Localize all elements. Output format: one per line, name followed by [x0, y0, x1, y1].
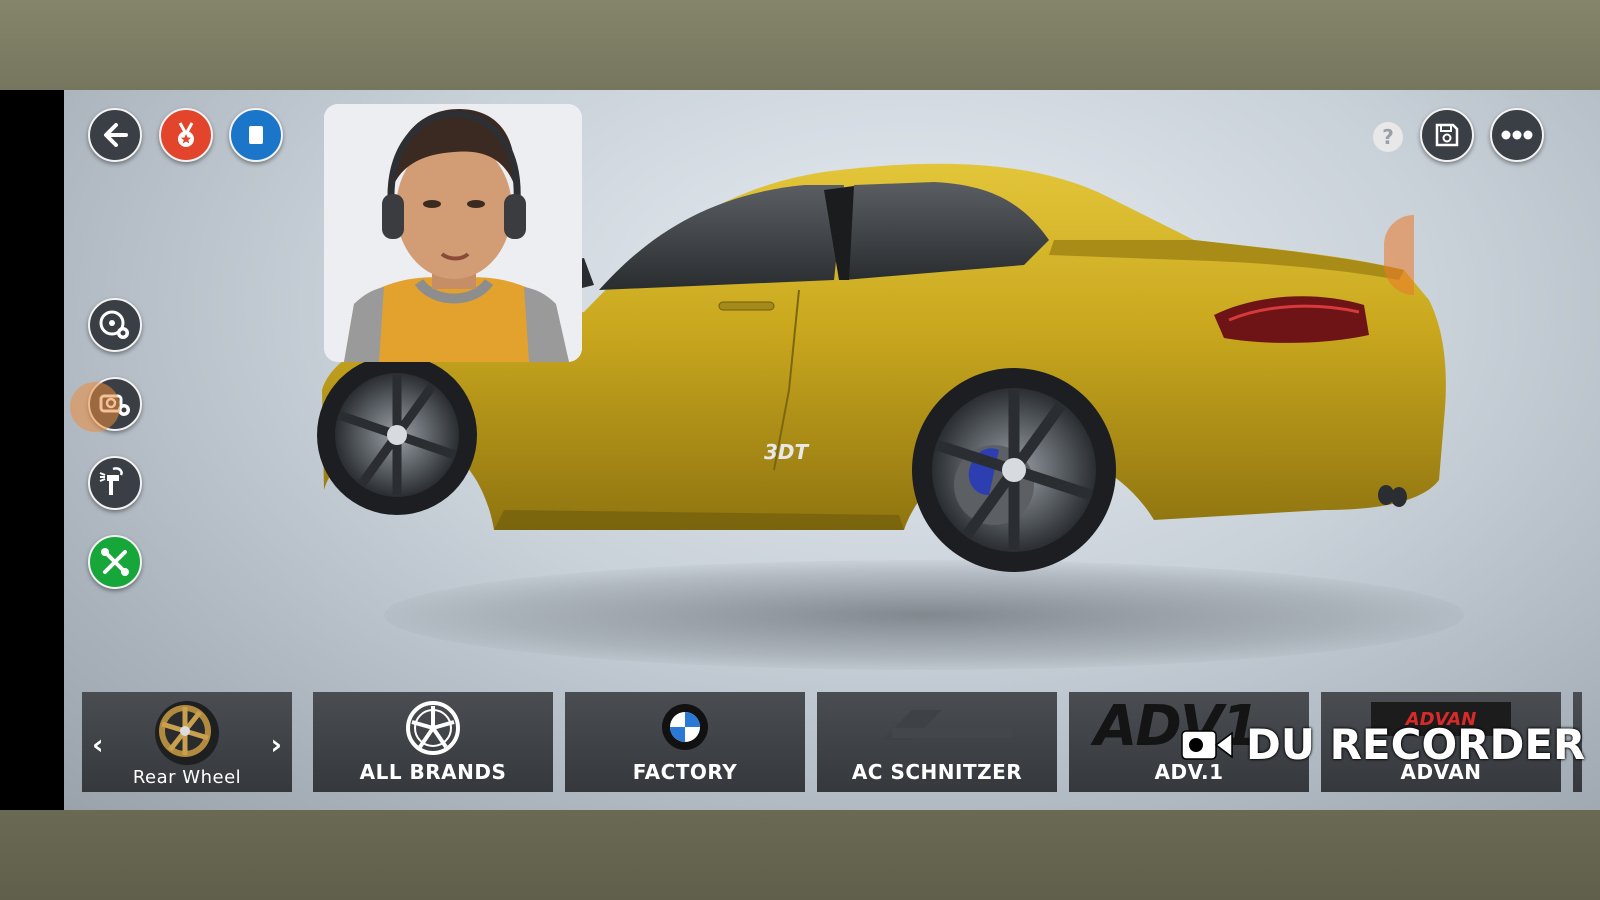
- wheel-gear-icon: [99, 310, 129, 339]
- save-button[interactable]: [1420, 108, 1474, 162]
- recorder-watermark: DU RECORDER: [1180, 720, 1585, 769]
- wrench-screwdriver-icon: [101, 548, 129, 576]
- ellipsis-icon: [1501, 130, 1533, 140]
- tuning-button[interactable]: [88, 535, 142, 589]
- help-button[interactable]: ?: [1373, 122, 1403, 152]
- medal-icon: [178, 122, 194, 147]
- wheel-settings-button[interactable]: [88, 298, 142, 352]
- video-bottom-letterbox: [0, 810, 1600, 900]
- next-wheel-arrow[interactable]: ›: [270, 728, 282, 761]
- document-icon: [249, 126, 263, 144]
- ac-schnitzer-logo-icon: [882, 710, 1012, 740]
- left-black-strip: [0, 90, 64, 810]
- brand-tile-factory[interactable]: FACTORY: [565, 692, 805, 792]
- brand-tile-all[interactable]: ALL BRANDS: [313, 692, 553, 792]
- achievements-button[interactable]: [159, 108, 213, 162]
- factory-roundel-icon: [662, 704, 708, 750]
- wheel-spokes-icon: [406, 701, 460, 755]
- back-button[interactable]: [88, 108, 142, 162]
- touch-indicator: [70, 382, 120, 432]
- more-options-button[interactable]: [1490, 108, 1544, 162]
- watermark-text: DU RECORDER: [1246, 720, 1586, 769]
- webcam-overlay[interactable]: [324, 104, 582, 362]
- wheel-position-selector[interactable]: ‹ › Rear Wheel: [82, 692, 292, 792]
- prev-wheel-arrow[interactable]: ‹: [92, 728, 104, 761]
- video-top-letterbox: [0, 0, 1600, 90]
- spray-gun-icon: [99, 467, 123, 495]
- wheel-position-label: Rear Wheel: [132, 767, 242, 788]
- brand-label: FACTORY: [632, 760, 738, 784]
- video-camera-icon: [1181, 729, 1233, 760]
- car-badge: 3DT: [764, 440, 809, 464]
- brand-tile-ac-schnitzer[interactable]: AC SCHNITZER: [817, 692, 1057, 792]
- floppy-disk-icon: [1435, 123, 1459, 147]
- rim-icon: [155, 701, 219, 765]
- brand-label: AC SCHNITZER: [851, 760, 1023, 784]
- brand-label: ALL BRANDS: [359, 760, 507, 784]
- info-button[interactable]: [229, 108, 283, 162]
- streamer-face-image: [324, 104, 582, 362]
- paint-button[interactable]: [88, 456, 142, 510]
- arrow-left-icon: [104, 123, 128, 147]
- game-screen: 3DT ? ‹ › Rear Wheel ALL BRANDS FACTORY …: [0, 90, 1600, 810]
